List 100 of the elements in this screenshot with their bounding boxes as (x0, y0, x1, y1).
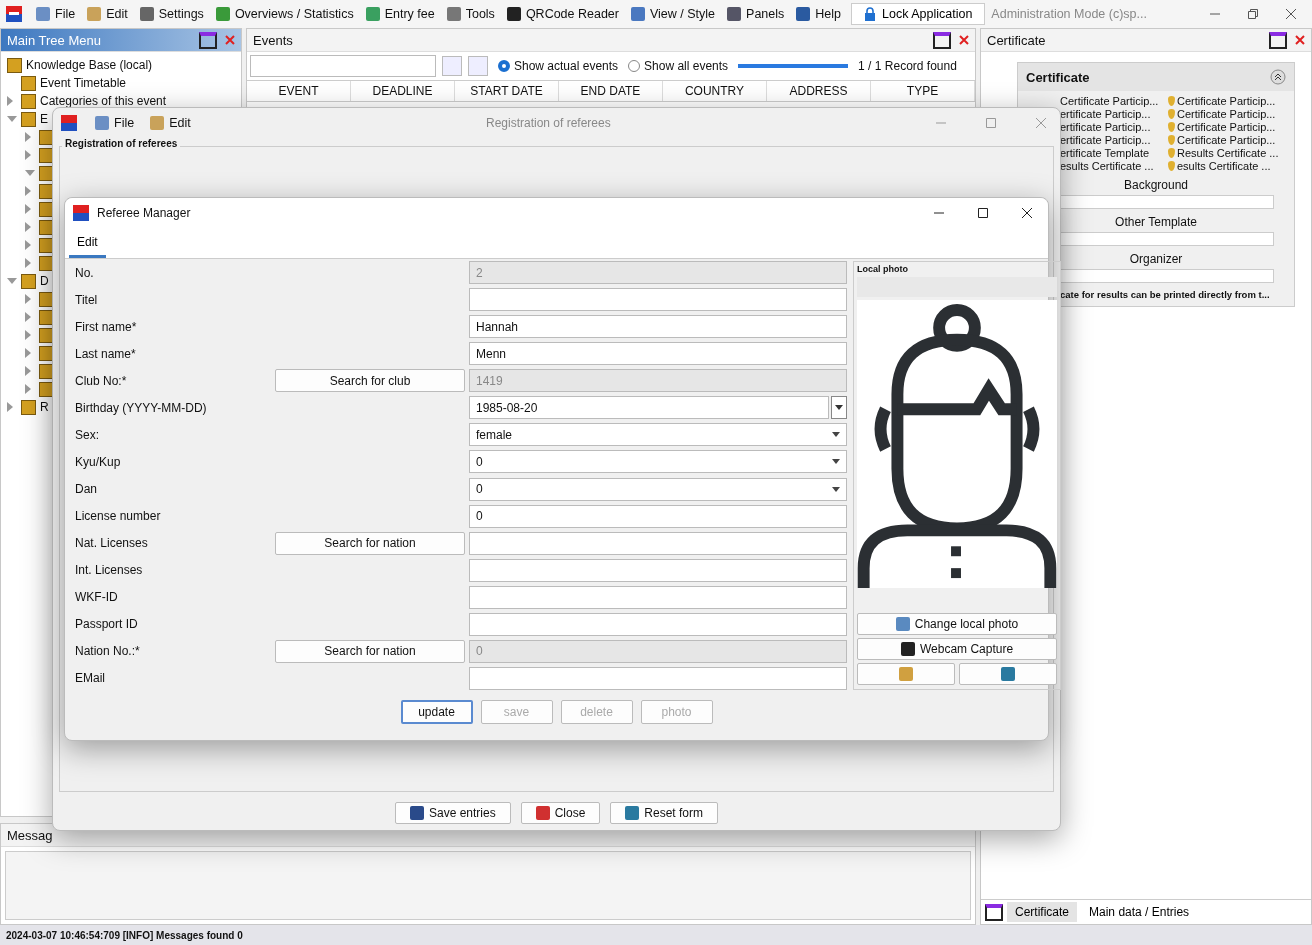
template-item[interactable]: esults Certificate ... (1060, 160, 1168, 172)
input-field[interactable]: Hannah (469, 315, 847, 339)
menu-item[interactable]: Tools (440, 5, 501, 23)
radio-option[interactable]: Show actual events (498, 59, 619, 73)
column-header[interactable]: DEADLINE (351, 81, 455, 101)
expander-icon[interactable] (25, 186, 31, 196)
edit-button[interactable] (857, 663, 955, 685)
menu-item[interactable]: Settings (133, 5, 210, 23)
form-button[interactable]: Save entries (394, 802, 511, 824)
collapse-icon[interactable] (1270, 69, 1286, 85)
column-header[interactable]: TYPE (871, 81, 975, 101)
expander-icon[interactable] (25, 312, 31, 322)
maximize-icon[interactable] (1269, 31, 1287, 49)
expander-icon[interactable] (25, 366, 31, 376)
template-item[interactable]: Results Certificate ... (1168, 147, 1292, 159)
template-item[interactable]: Certificate Particip... (1168, 108, 1292, 120)
menu-item[interactable]: Help (790, 5, 847, 23)
menu-item[interactable]: Edit (144, 114, 197, 132)
expander-icon[interactable] (25, 258, 31, 268)
dropdown[interactable]: 0 (469, 450, 847, 474)
date-field[interactable]: 1985-08-20 (469, 396, 829, 420)
menu-item[interactable]: Edit (81, 5, 134, 23)
menu-item[interactable]: File (89, 114, 141, 132)
input-field[interactable] (1060, 232, 1274, 246)
column-header[interactable]: COUNTRY (663, 81, 767, 101)
expander-icon[interactable] (25, 204, 31, 214)
form-button[interactable]: Reset form (610, 802, 719, 824)
menu-item[interactable]: QRCode Reader (500, 5, 625, 23)
input-field[interactable] (1060, 269, 1274, 283)
dropdown[interactable]: female (469, 423, 847, 447)
search-button[interactable]: Search for nation (275, 531, 465, 555)
expander-icon[interactable] (25, 348, 31, 358)
template-item[interactable]: Certificate Particip... (1168, 134, 1292, 146)
expander-icon[interactable] (7, 402, 13, 412)
search-field[interactable] (250, 55, 436, 77)
form-button[interactable]: Close (520, 802, 601, 824)
expander-icon[interactable] (7, 96, 13, 106)
input-field[interactable]: 0 (469, 504, 847, 528)
panel-tab[interactable]: Main data / Entries (1081, 902, 1198, 922)
tree-item[interactable]: Knowledge Base (local) (26, 58, 153, 72)
input-field[interactable] (469, 612, 847, 636)
input-field[interactable] (469, 585, 847, 609)
action-button[interactable]: update (400, 700, 473, 724)
template-item[interactable]: Certificate Particip... (1060, 95, 1168, 107)
input-field[interactable] (469, 531, 847, 555)
section-title: Certificate (1026, 69, 1091, 85)
template-item[interactable]: ertificate Template (1060, 147, 1168, 159)
maximize-icon[interactable] (933, 31, 951, 49)
tree-item[interactable]: E (40, 112, 48, 126)
expander-icon[interactable] (25, 384, 31, 394)
template-item[interactable]: ertificate Particip... (1060, 108, 1168, 120)
field-label: Other Template (1114, 215, 1198, 229)
menu-item[interactable]: Overviews / Statistics (209, 5, 360, 23)
close-icon[interactable] (1022, 208, 1032, 218)
tree-item[interactable]: Event Timetable (40, 76, 127, 90)
field-label: Titel (75, 292, 99, 307)
column-header[interactable]: END DATE (559, 81, 663, 101)
expander-icon[interactable] (25, 294, 31, 304)
template-item[interactable]: Certificate Particip... (1168, 121, 1292, 133)
menu-item[interactable]: File (30, 5, 82, 23)
input-field[interactable] (469, 288, 847, 312)
restore-icon[interactable] (1248, 9, 1258, 19)
webcam-capture-button[interactable]: Webcam Capture (857, 638, 1057, 660)
field-label: Birthday (YYYY-MM-DD) (75, 400, 208, 415)
template-item[interactable]: Certificate Particip... (1168, 95, 1292, 107)
column-header[interactable]: START DATE (455, 81, 559, 101)
tree-item[interactable]: Categories of this event (40, 94, 167, 108)
tree-item[interactable]: R (40, 400, 49, 414)
input-field[interactable] (469, 558, 847, 582)
expander-icon[interactable] (25, 132, 31, 142)
expander-icon[interactable] (25, 222, 31, 232)
field-label: No. (75, 265, 95, 280)
column-header[interactable]: EVENT (247, 81, 351, 101)
refresh-button[interactable] (959, 663, 1057, 685)
app-logo-icon (61, 115, 77, 131)
lock-application-button[interactable]: Lock Application (851, 3, 986, 25)
input-field[interactable] (1060, 195, 1274, 209)
input-field[interactable] (469, 666, 847, 690)
column-header[interactable]: ADDRESS (767, 81, 871, 101)
expander-icon[interactable] (25, 240, 31, 250)
window-icon[interactable] (985, 903, 1003, 921)
menu-item[interactable]: Panels (721, 5, 791, 23)
maximize-icon[interactable] (199, 31, 217, 49)
radio-option[interactable]: Show all events (628, 59, 729, 73)
panel-tab[interactable]: Certificate (1007, 902, 1078, 922)
dropdown-button[interactable] (831, 396, 847, 420)
template-item[interactable]: ertificate Particip... (1060, 134, 1168, 146)
tab[interactable]: Edit (69, 228, 106, 258)
input-field[interactable]: Menn (469, 342, 847, 366)
dropdown[interactable]: 0 (469, 477, 847, 501)
expander-icon[interactable] (25, 150, 31, 160)
tree-item[interactable]: D (40, 274, 49, 288)
close-icon[interactable] (1286, 9, 1296, 19)
expander-icon[interactable] (25, 330, 31, 340)
maximize-icon[interactable] (978, 208, 988, 218)
menu-item[interactable]: View / Style (625, 5, 722, 23)
template-item[interactable]: esults Certificate ... (1168, 160, 1292, 172)
template-item[interactable]: ertificate Particip... (1060, 121, 1168, 133)
change-photo-button[interactable]: Change local photo (857, 613, 1057, 635)
menu-item[interactable]: Entry fee (359, 5, 441, 23)
